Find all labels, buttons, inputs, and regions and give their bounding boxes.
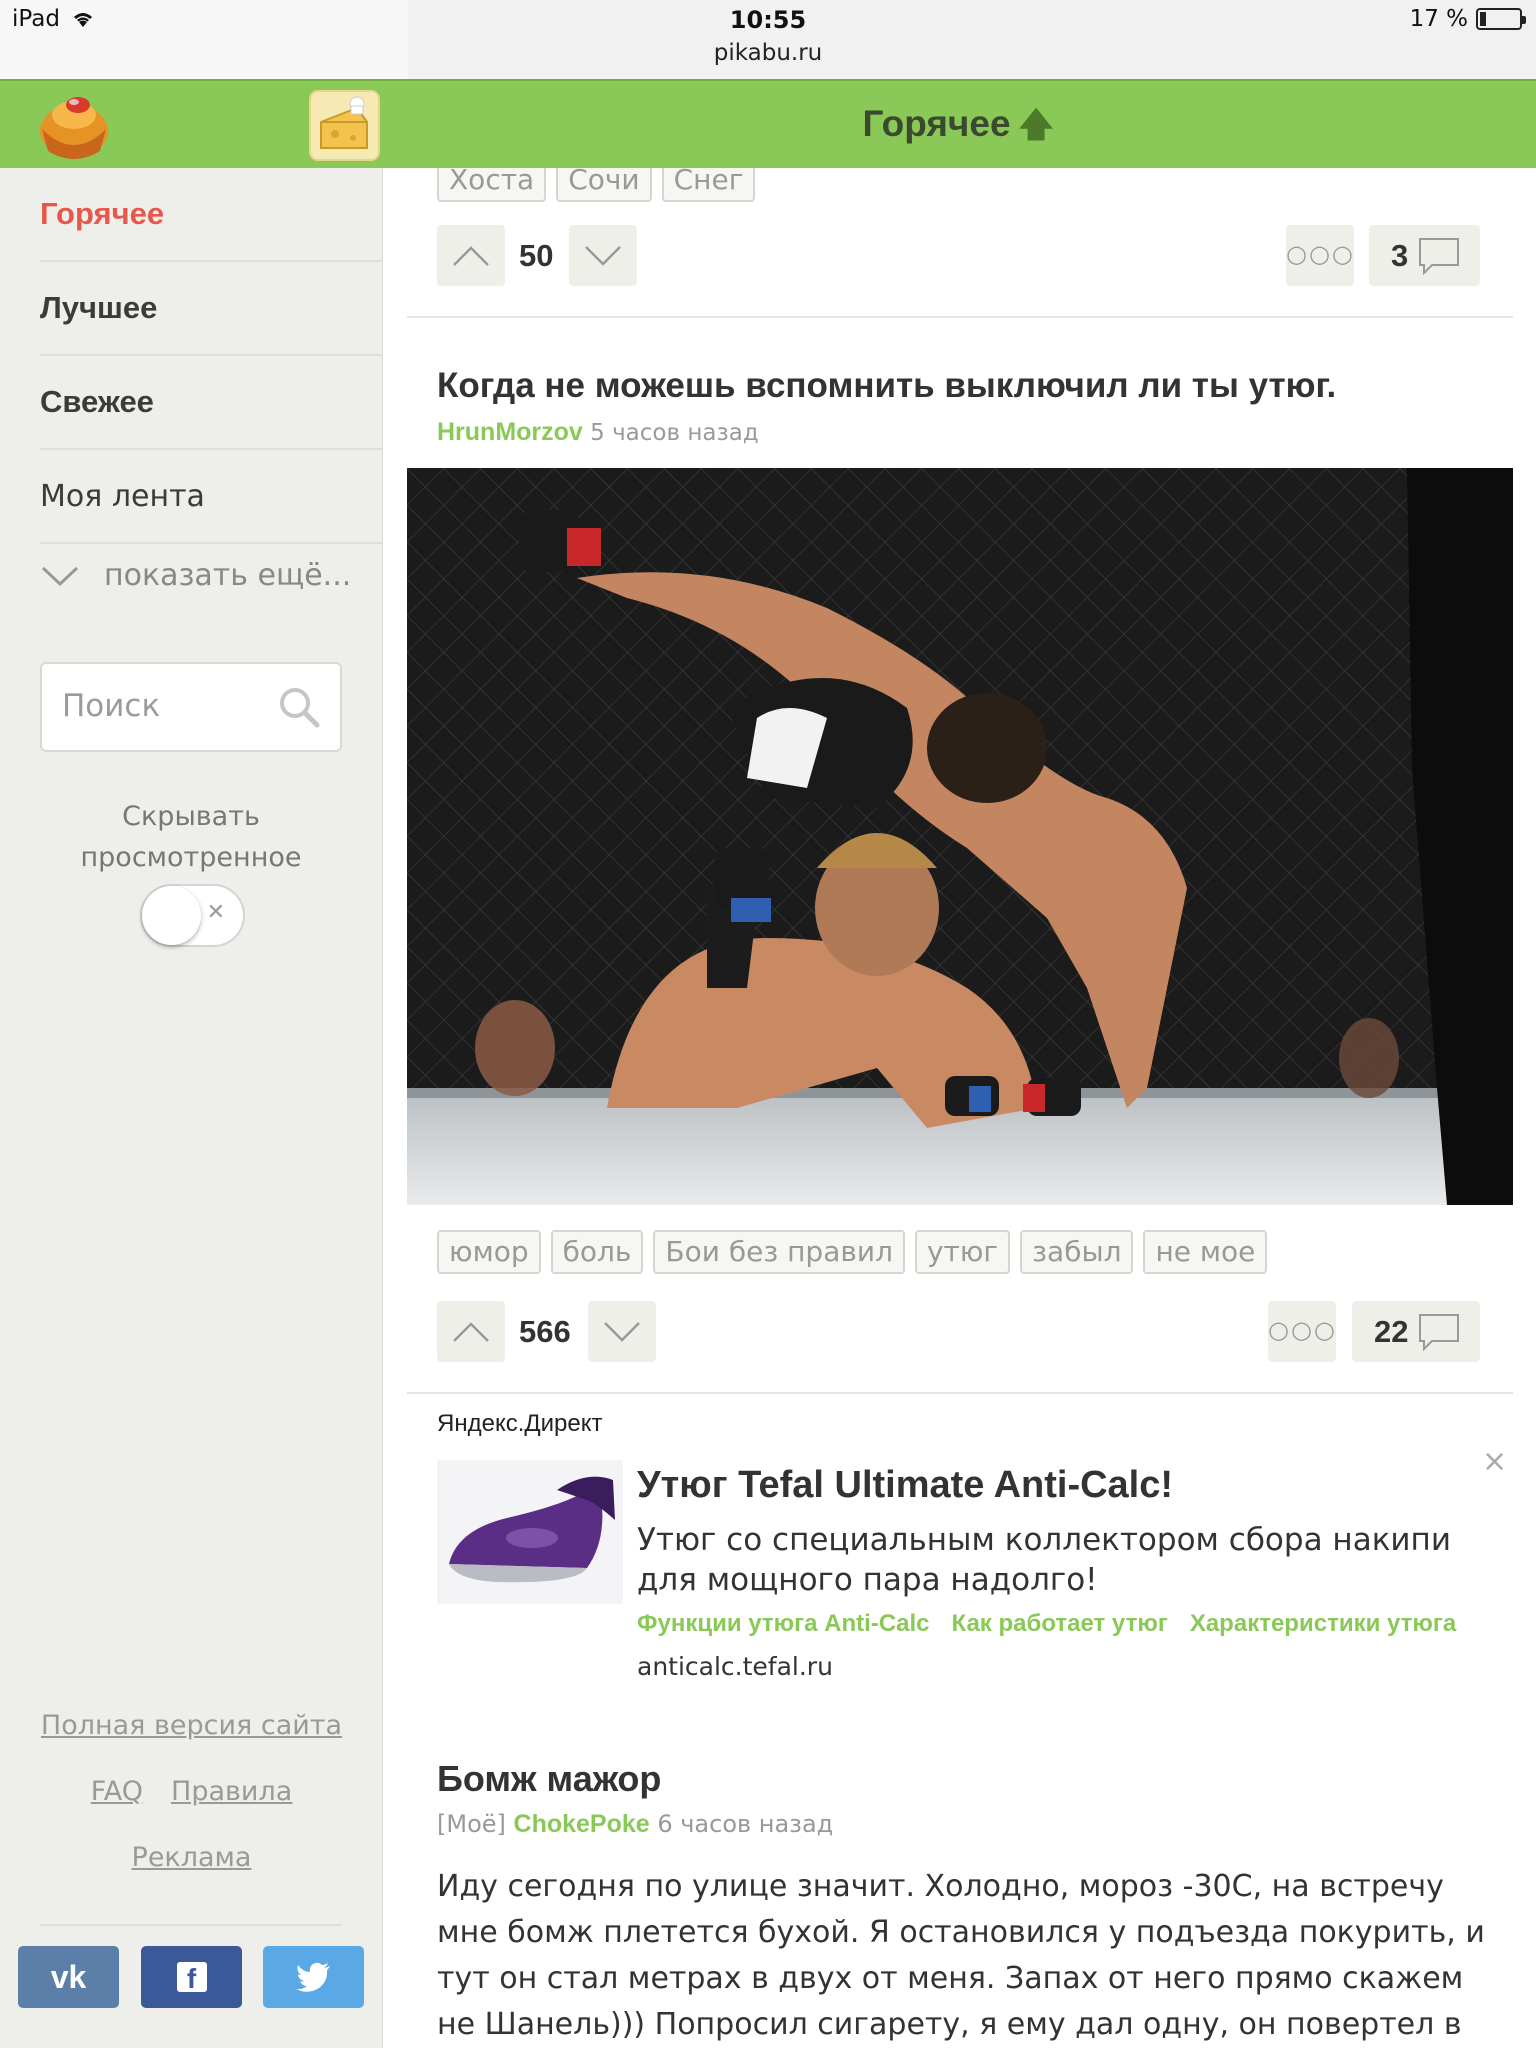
search-box (40, 662, 342, 752)
post-author[interactable]: HrunMorzov (437, 418, 583, 446)
post-image[interactable] (407, 468, 1513, 1205)
show-more-link[interactable]: показать ещё... (40, 558, 351, 593)
comments-button[interactable]: 22 (1352, 1301, 1481, 1362)
post-time: 6 часов назад (657, 1810, 834, 1838)
tag[interactable]: Хоста (437, 168, 547, 202)
vk-icon: vk (50, 1958, 87, 1995)
site-header: Горячее 🡅 (0, 79, 1536, 168)
sidebar-item-fresh[interactable]: Свежее (40, 356, 383, 450)
hide-viewed-label: Скрывать просмотренное (40, 796, 342, 878)
ad-link[interactable]: Функции утюга Anti-Calc (637, 1610, 930, 1637)
show-more-label: показать ещё... (104, 558, 352, 593)
cheese-icon (320, 96, 368, 149)
tag[interactable]: Бои без правил (653, 1230, 905, 1274)
tag[interactable]: боль (550, 1230, 644, 1274)
post-tags: юмор боль Бои без правил утюг забыл не мое (437, 1230, 1277, 1274)
twitter-button[interactable] (263, 1946, 364, 2008)
tag[interactable]: забыл (1020, 1230, 1134, 1274)
chevron-up-icon (453, 1321, 489, 1342)
toggle-knob (142, 886, 201, 945)
ad-title[interactable]: Утюг Tefal Ultimate Anti-Calc! (637, 1464, 1173, 1507)
post-author[interactable]: ChokePoke (514, 1810, 650, 1838)
more-options-button[interactable]: ○○○ (1268, 1301, 1336, 1362)
tag[interactable]: юмор (437, 1230, 541, 1274)
post-title[interactable]: Бомж мажор (437, 1758, 661, 1800)
hide-viewed-line1: Скрывать (122, 801, 260, 832)
post-body: Иду сегодня по улице значит. Холодно, мо… (437, 1869, 1485, 2042)
upvote-button[interactable] (437, 225, 505, 286)
chevron-up-icon (453, 245, 489, 266)
post-prefix: [Моё] (437, 1810, 506, 1838)
ad-image[interactable] (437, 1460, 623, 1604)
close-icon[interactable]: × (1482, 1444, 1507, 1479)
status-right: 17 % (1409, 6, 1526, 32)
footer-links-row: FAQ Правила (0, 1776, 383, 1807)
tag[interactable]: не мое (1143, 1230, 1268, 1274)
hide-viewed-line2: просмотренное (80, 842, 302, 873)
ad-link[interactable]: Как работает утюг (952, 1610, 1168, 1637)
ad-text: Утюг со специальным коллектором сбора на… (637, 1522, 1451, 1598)
more-options-button[interactable]: ○○○ (1286, 225, 1354, 286)
chevron-down-icon (41, 566, 79, 586)
comment-icon (1419, 237, 1460, 275)
pikabu-logo-icon[interactable] (36, 89, 112, 161)
post-meta: HrunMorzov 5 часов назад (437, 418, 759, 447)
url-text[interactable]: pikabu.ru (0, 40, 1536, 66)
cheese-button[interactable] (309, 90, 380, 161)
downvote-button[interactable] (588, 1301, 656, 1362)
feed: Хоста Сочи Снег 50 ○○○ 3 Когда не можешь в… (407, 168, 1513, 2048)
comments-count: 22 (1374, 1313, 1409, 1349)
full-version-link[interactable]: Полная версия сайта (0, 1710, 383, 1741)
search-input[interactable] (62, 688, 272, 724)
downvote-button[interactable] (569, 225, 637, 286)
close-icon: ✕ (206, 900, 225, 925)
post-score: 50 (519, 238, 554, 273)
tag[interactable]: утюг (914, 1230, 1011, 1274)
page-title: Горячее 🡅 (380, 101, 1536, 158)
sidebar-divider (40, 1924, 342, 1926)
comments-button[interactable]: 3 (1369, 225, 1481, 286)
upvote-button[interactable] (437, 1301, 505, 1362)
facebook-icon: f (176, 1962, 207, 1994)
ads-link[interactable]: Реклама (0, 1842, 383, 1873)
rules-link[interactable]: Правила (171, 1776, 292, 1807)
post-meta: [Моё] ChokePoke 6 часов назад (437, 1810, 833, 1839)
tag[interactable]: Сочи (556, 168, 652, 202)
sidebar-item-hot[interactable]: Горячее (40, 168, 383, 262)
sidebar-item-best[interactable]: Лучшее (40, 262, 383, 356)
arrow-up-icon: 🡅 (1018, 106, 1054, 144)
tag[interactable]: Снег (661, 168, 756, 202)
comment-icon (1419, 1313, 1460, 1351)
prev-post-tags: Хоста Сочи Снег (437, 168, 765, 202)
ad-link[interactable]: Характеристики утюга (1190, 1610, 1456, 1637)
search-icon[interactable] (278, 686, 320, 728)
post-divider (407, 1392, 1513, 1394)
faq-link[interactable]: FAQ (91, 1776, 143, 1807)
post-time: 5 часов назад (590, 420, 759, 446)
ad-domain[interactable]: anticalc.tefal.ru (637, 1652, 833, 1681)
battery-icon (1476, 8, 1526, 30)
twitter-icon (295, 1962, 330, 1992)
page-title-text: Горячее (862, 103, 1011, 144)
status-bar: iPad 10:55 pikabu.ru 17 % (0, 0, 1536, 79)
sidebar: Горячее Лучшее Свежее Моя лента показать… (0, 168, 383, 2048)
post-score: 566 (519, 1314, 571, 1349)
status-time: 10:55 (729, 6, 807, 34)
ad-links: Функции утюга Anti-Calc Как работает утюг… (637, 1610, 1478, 1638)
post-divider (407, 316, 1513, 318)
ad-label[interactable]: Яндекс.Директ (437, 1410, 603, 1438)
post-title[interactable]: Когда не можешь вспомнить выключил ли ты… (437, 366, 1336, 406)
hide-viewed-toggle[interactable]: ✕ (140, 884, 245, 947)
comments-count: 3 (1391, 237, 1409, 273)
chevron-down-icon (585, 245, 621, 266)
chevron-down-icon (604, 1321, 640, 1342)
sidebar-item-my-feed[interactable]: Моя лента (40, 450, 383, 544)
facebook-button[interactable]: f (141, 1946, 242, 2008)
battery-percent: 17 % (1409, 6, 1468, 32)
vk-button[interactable]: vk (18, 1946, 119, 2008)
